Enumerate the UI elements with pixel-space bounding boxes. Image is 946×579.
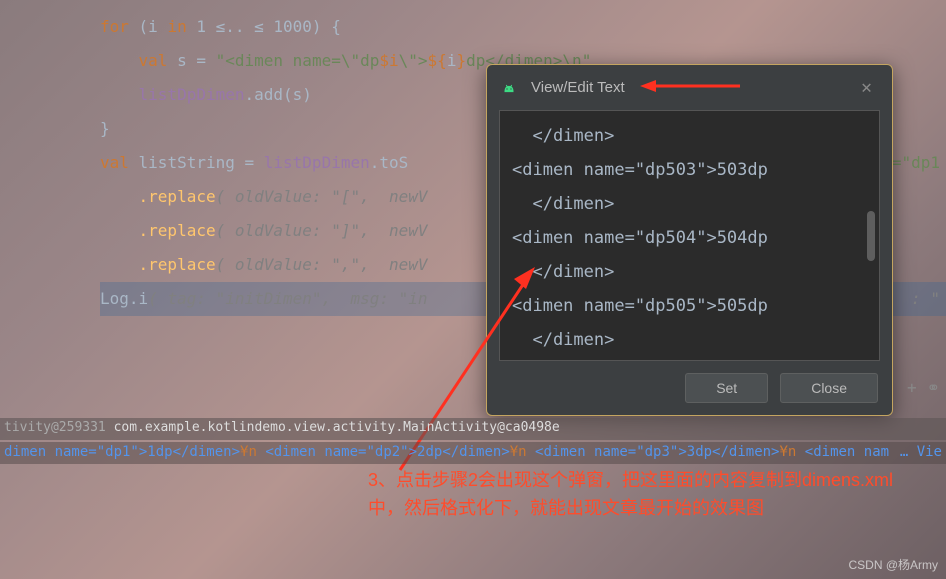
annotation-text: 3、点击步骤2会出现这个弹窗，把这里面的内容复制到dimens.xml中，然后格… [368,466,928,522]
xml-line: <dimen name="dp504">504dp [512,221,867,255]
status-bar: tivity@259331 com.example.kotlindemo.vie… [0,418,946,440]
plus-icon[interactable]: + [907,378,917,397]
xml-line: </dimen> [512,187,867,221]
set-button[interactable]: Set [685,373,768,403]
close-icon[interactable]: ✕ [855,75,878,100]
watermark: CSDN @杨Army [848,556,938,573]
xml-line: <dimen name="dp505">505dp [512,289,867,323]
scrollbar-thumb[interactable] [867,211,875,261]
gutter-icons: + ⚭ [907,378,940,397]
dialog-title: View/Edit Text [531,79,841,96]
xml-line: </dimen> [512,255,867,289]
xml-line: <dimen name="dp503">503dp [512,153,867,187]
dialog-text-area[interactable]: </dimen> <dimen name="dp503">503dp </dim… [499,110,880,361]
log-output: dimen name="dp1">1dp</dimen>¥n <dimen na… [0,442,946,464]
close-button[interactable]: Close [780,373,878,403]
xml-line: </dimen> [512,119,867,153]
dialog-header: View/Edit Text ✕ [487,65,892,110]
dialog-footer: Set Close [487,361,892,415]
link-icon[interactable]: ⚭ [927,378,940,397]
android-icon [501,81,517,95]
xml-line: </dimen> [512,323,867,357]
code-line: for (i in 1 ≤.. ≤ 1000) { [100,10,946,44]
view-edit-text-dialog: View/Edit Text ✕ </dimen> <dimen name="d… [486,64,893,416]
